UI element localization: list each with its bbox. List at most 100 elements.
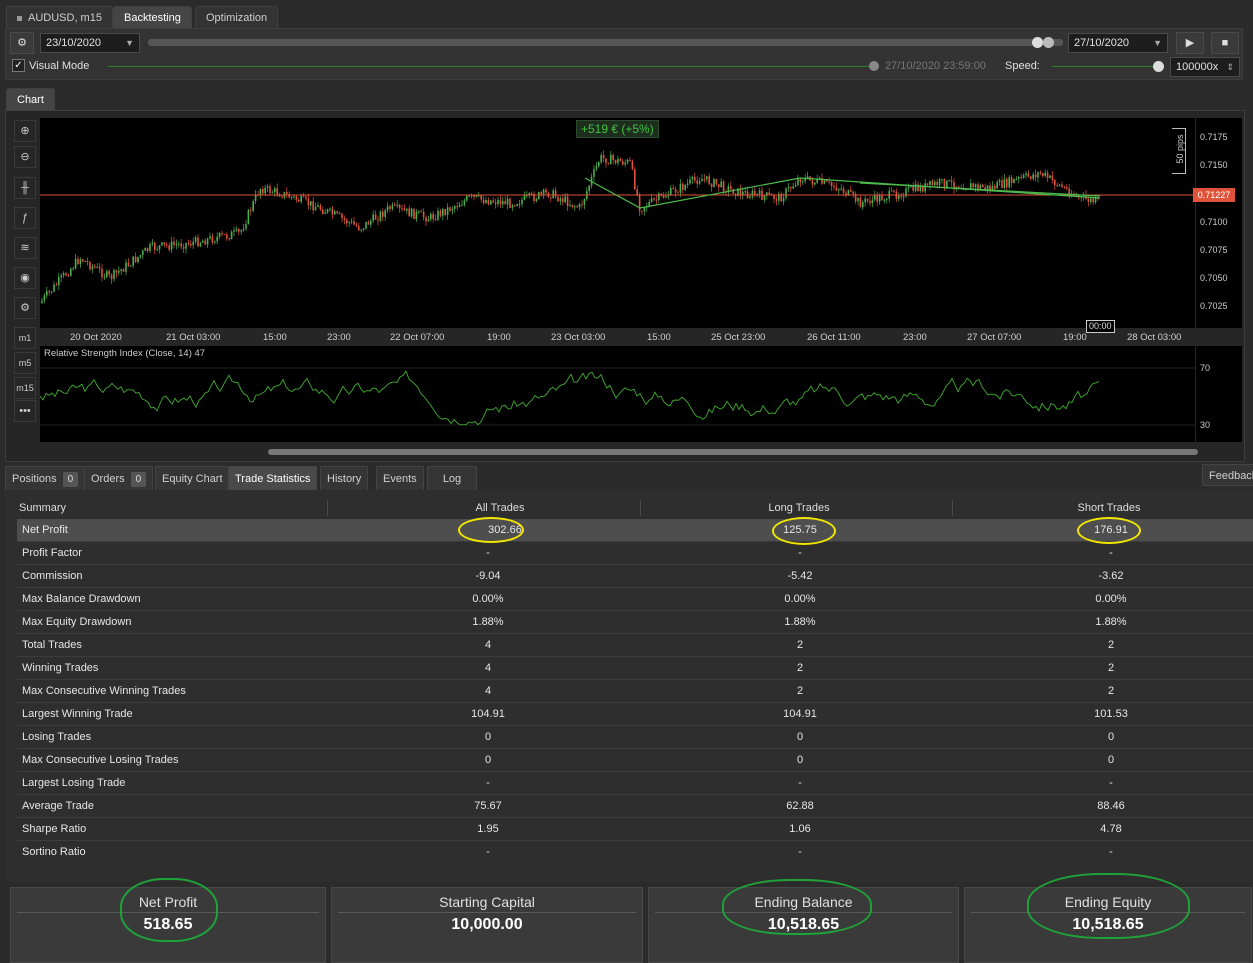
candle-body xyxy=(523,195,526,200)
candle-body xyxy=(749,196,751,199)
highlight-circle xyxy=(1027,873,1190,939)
candle-body xyxy=(847,190,850,196)
candle-body xyxy=(264,187,266,194)
horizontal-scrollbar[interactable] xyxy=(268,449,1198,455)
show-button[interactable]: ◉ xyxy=(14,267,36,289)
stats-row-max-equity-drawdown[interactable]: Max Equity Drawdown 1.88% 1.88% 1.88% xyxy=(17,611,1253,634)
play-button[interactable]: ▶ xyxy=(1176,32,1204,54)
candle-body xyxy=(610,154,612,165)
candle-body xyxy=(763,195,766,200)
stats-row-sharpe-ratio[interactable]: Sharpe Ratio 1.95 1.06 4.78 xyxy=(17,818,1253,841)
stats-row-max-consecutive-winning[interactable]: Max Consecutive Winning Trades 4 2 2 xyxy=(17,680,1253,703)
candle-body xyxy=(394,204,396,206)
price-chart[interactable] xyxy=(40,118,1195,328)
rsi-chart[interactable]: Relative Strength Index (Close, 14) 47 xyxy=(40,346,1195,442)
stats-row-total-trades[interactable]: Total Trades 4 2 2 xyxy=(17,634,1253,657)
candle-body xyxy=(1044,172,1046,176)
stats-row-max-balance-drawdown[interactable]: Max Balance Drawdown 0.00% 0.00% 0.00% xyxy=(17,588,1253,611)
candle-body xyxy=(842,188,845,193)
time-tick: 20 Oct 2020 xyxy=(70,332,122,343)
range-handle-start[interactable] xyxy=(1032,37,1043,48)
candle-body xyxy=(790,187,792,189)
timeframe-m15-button[interactable]: m15 xyxy=(14,377,36,399)
tab-trade-statistics[interactable]: Trade Statistics xyxy=(228,466,318,490)
progress-handle[interactable] xyxy=(869,61,879,71)
speed-slider-handle[interactable] xyxy=(1153,61,1164,72)
candle-body xyxy=(324,212,326,214)
tab-optimization[interactable]: Optimization xyxy=(195,6,279,28)
stats-row-average-trade[interactable]: Average Trade 75.67 62.88 88.46 xyxy=(17,795,1253,818)
candle-body xyxy=(562,198,564,203)
candle-body xyxy=(1092,198,1094,203)
candle-body xyxy=(581,204,583,206)
chart-type-button[interactable]: ╫ xyxy=(14,177,36,199)
timeframe-m1-button[interactable]: m1 xyxy=(14,327,36,349)
tab-events[interactable]: Events xyxy=(376,466,424,490)
end-date-picker[interactable]: 27/10/2020 ▼ xyxy=(1068,33,1168,53)
stats-row-largest-losing-trade[interactable]: Largest Losing Trade - - - xyxy=(17,772,1253,795)
price-axis[interactable]: 0.7175 0.7150 0.7100 0.7075 0.7050 0.702… xyxy=(1196,118,1242,328)
candle-body xyxy=(946,180,948,189)
candle-body xyxy=(370,220,372,225)
candle-body xyxy=(238,229,240,232)
stats-row-largest-winning-trade[interactable]: Largest Winning Trade 104.91 104.91 101.53 xyxy=(17,703,1253,726)
candle-body xyxy=(298,199,300,202)
candle-body xyxy=(300,195,302,202)
objects-button[interactable]: ≋ xyxy=(14,237,36,259)
candle-body xyxy=(329,208,331,210)
tab-orders[interactable]: Orders 0 xyxy=(84,466,154,490)
time-tick: 23:00 xyxy=(327,332,351,343)
candle-body xyxy=(833,186,835,188)
range-handle-end[interactable] xyxy=(1043,37,1054,48)
settings-button[interactable]: ⚙ xyxy=(10,32,34,54)
candle-body xyxy=(461,204,463,206)
candle-body xyxy=(602,154,605,159)
candle-body xyxy=(377,219,379,221)
indicators-button[interactable]: ƒ xyxy=(14,207,36,229)
start-date-picker[interactable]: 23/10/2020 ▼ xyxy=(40,33,140,53)
stats-row-sortino-ratio[interactable]: Sortino Ratio - - - xyxy=(17,841,1253,864)
candle-body xyxy=(259,188,262,196)
tab-chart[interactable]: Chart xyxy=(6,88,55,110)
cell-long: 62.88 xyxy=(786,800,814,812)
candle-body xyxy=(862,202,864,208)
visual-mode-checkbox[interactable]: ✓ xyxy=(12,59,25,72)
stats-row-losing-trades[interactable]: Losing Trades 0 0 0 xyxy=(17,726,1253,749)
stats-row-net-profit[interactable]: Net Profit 302.66 125.75 176.91 xyxy=(17,519,1253,542)
candle-body xyxy=(758,190,761,194)
zoom-in-button[interactable]: ⊕ xyxy=(14,120,36,142)
candle-body xyxy=(970,183,972,189)
stats-row-commission[interactable]: Commission -9.04 -5.42 -3.62 xyxy=(17,565,1253,588)
zoom-out-button[interactable]: ⊖ xyxy=(14,146,36,168)
candle-body xyxy=(386,206,389,211)
candle-body xyxy=(893,190,895,192)
candle-body xyxy=(82,259,84,262)
stats-row-winning-trades[interactable]: Winning Trades 4 2 2 xyxy=(17,657,1253,680)
highlight-circle xyxy=(120,878,218,942)
tab-log[interactable]: Log xyxy=(427,466,477,490)
rsi-axis[interactable]: 70 30 xyxy=(1196,346,1242,442)
row-label: Sortino Ratio xyxy=(22,846,86,858)
current-price-value: 0.71227 xyxy=(1197,190,1231,200)
speed-slider-track[interactable] xyxy=(1052,66,1162,67)
feedback-label: Feedback xyxy=(1209,470,1253,482)
tab-history[interactable]: History xyxy=(320,466,369,490)
stats-row-max-consecutive-losing[interactable]: Max Consecutive Losing Trades 0 0 0 xyxy=(17,749,1253,772)
speed-select[interactable]: 100000x ⇕ xyxy=(1170,57,1240,77)
date-range-slider[interactable] xyxy=(148,39,1063,46)
candle-body xyxy=(252,201,254,211)
tab-equity-chart[interactable]: Equity Chart xyxy=(155,466,230,490)
gear-icon: ⚙ xyxy=(17,37,27,49)
tab-symbol[interactable]: AUDUSD, m15 xyxy=(6,6,113,28)
feedback-button[interactable]: Feedback xyxy=(1202,464,1253,486)
candle-body xyxy=(293,196,295,198)
stats-row-profit-factor[interactable]: Profit Factor - - - xyxy=(17,542,1253,565)
stop-button[interactable]: ■ xyxy=(1211,32,1239,54)
more-button[interactable]: ••• xyxy=(14,400,36,422)
timeframe-m5-button[interactable]: m5 xyxy=(14,352,36,374)
tab-backtesting[interactable]: Backtesting xyxy=(113,6,192,28)
candle-body xyxy=(614,159,617,164)
candle-body xyxy=(451,208,454,211)
tab-positions[interactable]: Positions 0 xyxy=(5,466,86,490)
chart-settings-button[interactable]: ⚙ xyxy=(14,297,36,319)
